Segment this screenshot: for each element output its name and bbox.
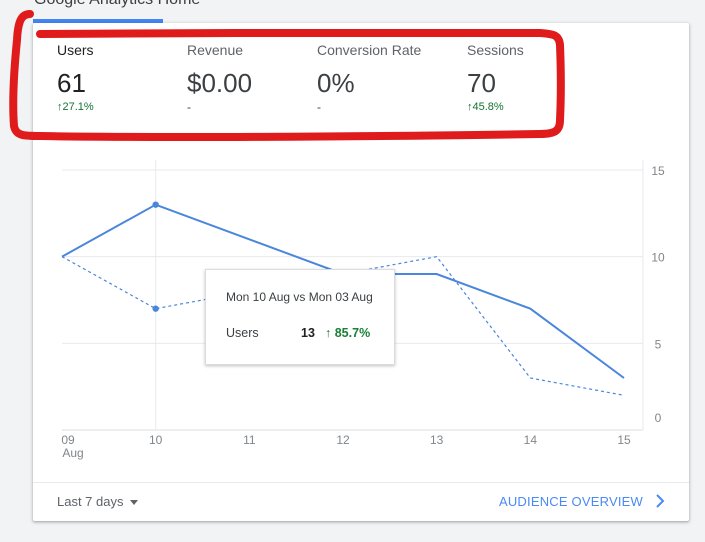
y-tick-label: 10 [651,251,665,265]
date-range-label: Last 7 days [57,494,124,509]
arrow-up-icon: ↑ [325,326,332,340]
x-tick-label: 14 [524,433,538,447]
caret-down-icon [129,500,138,506]
tooltip-change-value: 85.7% [334,326,371,340]
x-tick-label: 10 [149,433,163,447]
audience-overview-link[interactable]: AUDIENCE OVERVIEW [499,494,643,509]
x-tick-label: 11 [243,433,256,447]
tooltip-title: Mon 10 Aug vs Mon 03 Aug [226,290,373,304]
x-tick-label: 13 [430,433,444,447]
y-tick-label: 0 [655,411,662,425]
chart-tooltip: Mon 10 Aug vs Mon 03 Aug Users 13 ↑ 85.7… [205,269,395,365]
x-tick-label: 15 [617,433,631,447]
tooltip-metric-label: Users [226,326,259,340]
x-month-label: Aug [62,446,83,460]
x-tick-label: 09 [61,433,75,447]
chevron-right-icon[interactable] [653,493,667,509]
card-footer-divider [33,482,689,483]
overview-card: Users 61 ↑27.1% Revenue $0.00 - Conversi… [33,23,689,521]
x-tick-label: 12 [336,433,350,447]
date-range-dropdown[interactable]: Last 7 days [57,494,138,509]
y-tick-label: 15 [651,164,665,178]
y-tick-label: 5 [655,337,662,351]
data-point [152,305,159,312]
tooltip-metric-value: 13 [301,326,315,340]
users-line-chart[interactable]: 0 5 10 15 09 10 11 12 13 14 15 Aug [33,23,689,483]
data-point [152,201,159,208]
page-title: Google Analytics Home [34,0,200,9]
tooltip-metric-change: ↑ 85.7% [325,326,370,340]
